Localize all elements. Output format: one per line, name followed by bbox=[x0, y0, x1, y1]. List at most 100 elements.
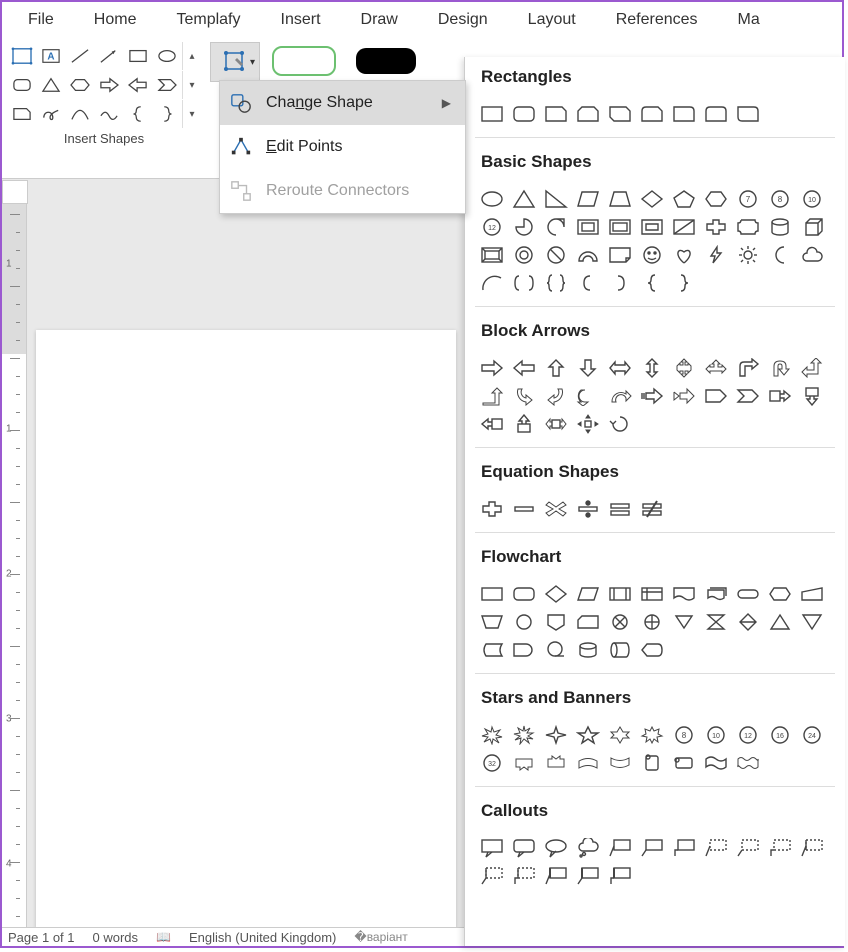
gallery-down[interactable]: ▾ bbox=[182, 71, 201, 99]
star-explosion2[interactable] bbox=[511, 724, 537, 746]
basic-bevel[interactable] bbox=[479, 244, 505, 266]
flow-internal[interactable] bbox=[639, 583, 665, 605]
callout-bar3[interactable] bbox=[607, 865, 633, 887]
basic-diamond[interactable] bbox=[639, 188, 665, 210]
flow-terminator[interactable] bbox=[735, 583, 761, 605]
star-explosion1[interactable] bbox=[479, 724, 505, 746]
shape-oval[interactable] bbox=[153, 42, 181, 70]
callout-bar2[interactable] bbox=[575, 865, 601, 887]
basic-pentagon[interactable] bbox=[671, 188, 697, 210]
status-words[interactable]: 0 words bbox=[93, 930, 139, 945]
eq-plus[interactable] bbox=[479, 498, 505, 520]
flow-or[interactable] bbox=[671, 611, 697, 633]
basic-half-frame[interactable] bbox=[607, 216, 633, 238]
callout-line1[interactable] bbox=[607, 837, 633, 859]
basic-diag-stripe[interactable] bbox=[671, 216, 697, 238]
style-preview-1[interactable] bbox=[272, 46, 336, 76]
flow-tape[interactable] bbox=[607, 611, 633, 633]
basic-parallelogram[interactable] bbox=[575, 188, 601, 210]
eq-equal[interactable] bbox=[607, 498, 633, 520]
eq-not-equal[interactable] bbox=[639, 498, 665, 520]
arrow-up[interactable] bbox=[543, 357, 569, 379]
basic-smiley[interactable] bbox=[639, 244, 665, 266]
gallery-up[interactable]: ▴ bbox=[182, 42, 201, 70]
basic-decagon[interactable]: 10 bbox=[799, 188, 825, 210]
shape-hexagon[interactable] bbox=[66, 71, 94, 99]
basic-double-brace[interactable] bbox=[543, 272, 569, 294]
menu-change-shape[interactable]: Change Shape ▶ bbox=[220, 81, 465, 125]
style-preview-2[interactable] bbox=[356, 48, 416, 74]
menu-edit-points[interactable]: Edit Points bbox=[220, 125, 465, 169]
tab-draw[interactable]: Draw bbox=[341, 5, 418, 35]
basic-right-bracket[interactable] bbox=[607, 272, 633, 294]
callout-cloud[interactable] bbox=[575, 837, 601, 859]
shape-wave[interactable] bbox=[95, 100, 123, 128]
rect-rounded[interactable] bbox=[511, 103, 537, 125]
ribbon-curved-down[interactable] bbox=[607, 752, 633, 774]
arrow-leftright[interactable] bbox=[607, 357, 633, 379]
shape-brace-left[interactable] bbox=[124, 100, 152, 128]
tab-design[interactable]: Design bbox=[418, 5, 508, 35]
star-16pt[interactable]: 16 bbox=[767, 724, 793, 746]
star-8pt[interactable]: 8 bbox=[671, 724, 697, 746]
arrow-updown[interactable] bbox=[639, 357, 665, 379]
callout-border2[interactable] bbox=[479, 865, 505, 887]
accessibility-icon[interactable]: �варіант bbox=[354, 930, 407, 944]
flow-offpage[interactable] bbox=[543, 611, 569, 633]
flow-multidoc[interactable] bbox=[703, 583, 729, 605]
shape-roundrect[interactable] bbox=[8, 71, 36, 99]
arrow-curved-down[interactable] bbox=[575, 385, 601, 407]
shape-arc[interactable] bbox=[66, 100, 94, 128]
flow-sort[interactable] bbox=[735, 611, 761, 633]
shape-line[interactable] bbox=[66, 42, 94, 70]
arrow-tri[interactable] bbox=[703, 357, 729, 379]
arrow-curved-right[interactable] bbox=[511, 385, 537, 407]
callout-accent3[interactable] bbox=[767, 837, 793, 859]
tab-references[interactable]: References bbox=[596, 5, 718, 35]
arrow-callout-right[interactable] bbox=[767, 385, 793, 407]
callout-oval[interactable] bbox=[543, 837, 569, 859]
star-10pt[interactable]: 10 bbox=[703, 724, 729, 746]
tab-file[interactable]: File bbox=[8, 5, 74, 35]
basic-L[interactable] bbox=[639, 216, 665, 238]
rect-round1[interactable] bbox=[671, 103, 697, 125]
scroll-horizontal[interactable] bbox=[671, 752, 697, 774]
shape-chevron[interactable] bbox=[153, 71, 181, 99]
arrow-striped[interactable] bbox=[639, 385, 665, 407]
wave[interactable] bbox=[703, 752, 729, 774]
flow-collate[interactable] bbox=[703, 611, 729, 633]
callout-border3[interactable] bbox=[511, 865, 537, 887]
basic-plus[interactable] bbox=[703, 216, 729, 238]
shape-rect[interactable] bbox=[124, 42, 152, 70]
flow-manual-op[interactable] bbox=[479, 611, 505, 633]
arrow-quad[interactable] bbox=[671, 357, 697, 379]
flow-predef[interactable] bbox=[607, 583, 633, 605]
basic-block-arc[interactable] bbox=[575, 244, 601, 266]
gallery-more[interactable]: ▾ bbox=[182, 100, 201, 128]
document-page[interactable] bbox=[36, 330, 456, 928]
shape-textbox-select[interactable] bbox=[8, 42, 36, 70]
shape-left-arrow[interactable] bbox=[124, 71, 152, 99]
basic-oval[interactable] bbox=[479, 188, 505, 210]
basic-moon[interactable] bbox=[767, 244, 793, 266]
basic-octagon[interactable]: 8 bbox=[767, 188, 793, 210]
flow-alt[interactable] bbox=[511, 583, 537, 605]
arrow-chevron[interactable] bbox=[735, 385, 761, 407]
arrow-callout-down[interactable] bbox=[799, 385, 825, 407]
basic-plaque[interactable] bbox=[735, 216, 761, 238]
shape-brace-right[interactable] bbox=[153, 100, 181, 128]
eq-multiply[interactable] bbox=[543, 498, 569, 520]
arrow-bent-up[interactable] bbox=[479, 385, 505, 407]
basic-heptagon[interactable]: 7 bbox=[735, 188, 761, 210]
arrow-callout-up[interactable] bbox=[511, 413, 537, 435]
callout-rect[interactable] bbox=[479, 837, 505, 859]
ribbon-down[interactable] bbox=[543, 752, 569, 774]
shape-loop[interactable] bbox=[37, 100, 65, 128]
arrow-curved-up[interactable] bbox=[607, 385, 633, 407]
basic-heart[interactable] bbox=[671, 244, 697, 266]
eq-minus[interactable] bbox=[511, 498, 537, 520]
tab-templafy[interactable]: Templafy bbox=[156, 5, 260, 35]
arrow-bent[interactable] bbox=[735, 357, 761, 379]
rect-sharp[interactable] bbox=[479, 103, 505, 125]
star-4pt[interactable] bbox=[543, 724, 569, 746]
